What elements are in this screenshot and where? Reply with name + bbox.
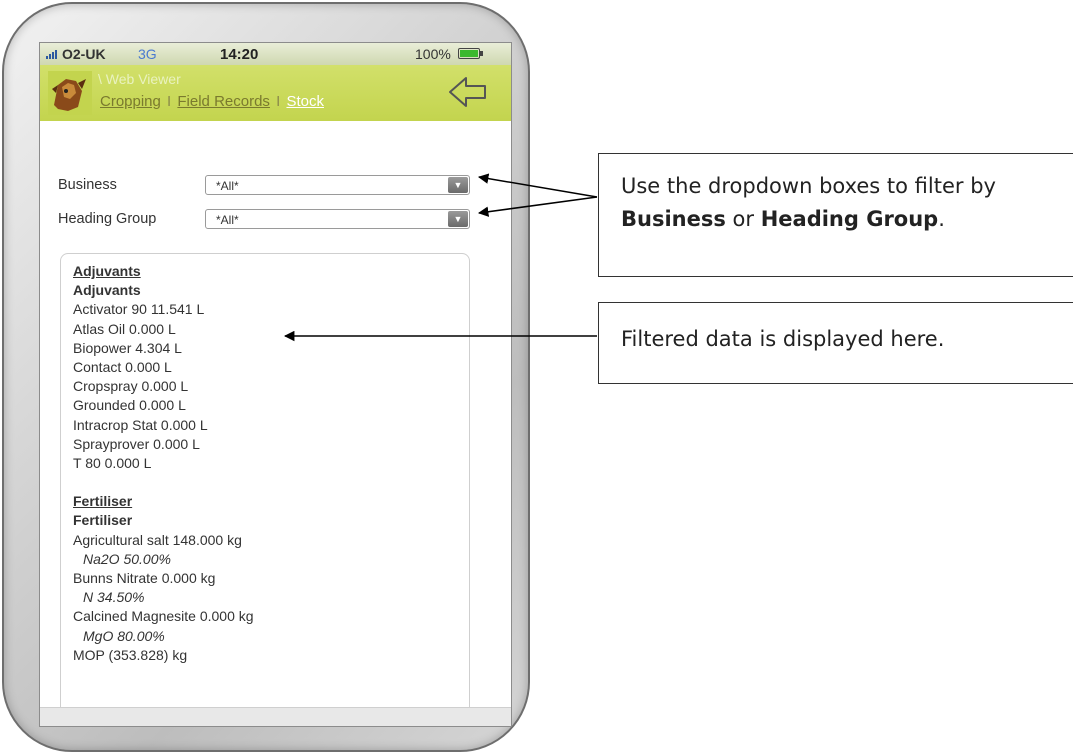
phone-screen: O2-UK 3G 14:20 100% \ Web Viewer Croppin… [39, 42, 512, 727]
chevron-down-icon: ▼ [448, 177, 468, 193]
callout-display-text: Filtered data is displayed here. [621, 327, 945, 351]
heading-group-select-value: *All* [216, 213, 239, 227]
nutrient-line: N 34.50% [83, 589, 145, 606]
carrier-name: O2-UK [62, 46, 106, 62]
callout-filter: Use the dropdown boxes to filter by Busi… [598, 153, 1073, 277]
nav-link-field-records[interactable]: Field Records [177, 93, 270, 110]
battery-icon [458, 48, 483, 59]
list-item: MOP (353.828) kg [73, 646, 188, 663]
nav-link-cropping[interactable]: Cropping [100, 93, 161, 110]
filtered-data-panel: Adjuvants Adjuvants Activator 90 11.541 … [60, 253, 470, 726]
app-header: \ Web Viewer Cropping I Field Records I … [40, 65, 511, 121]
network-type: 3G [138, 46, 157, 62]
back-arrow-icon[interactable] [448, 75, 488, 109]
business-select-value: *All* [216, 179, 239, 193]
list-item: Contact 0.000 L [73, 359, 172, 376]
nav-separator: I [167, 93, 172, 110]
callout-filter-middle: or [725, 207, 761, 231]
status-bar: O2-UK 3G 14:20 100% [40, 43, 511, 65]
category-heading: Adjuvants [73, 263, 141, 279]
list-item: Calcined Magnesite 0.000 kg [73, 608, 254, 625]
nutrient-line: MgO 80.00% [83, 627, 165, 644]
status-time: 14:20 [220, 46, 259, 63]
app-title: \ Web Viewer [98, 71, 181, 87]
battery-percent: 100% [415, 46, 451, 62]
list-item: Cropspray 0.000 L [73, 378, 189, 395]
list-item: Grounded 0.000 L [73, 397, 186, 414]
callout-filter-business: Business [621, 207, 726, 231]
callout-filter-suffix: . [938, 207, 945, 231]
heading-group-select[interactable]: *All* ▼ [205, 209, 470, 229]
nutrient-line: Na2O 50.00% [83, 550, 171, 567]
signal-icon [46, 50, 60, 59]
callout-filter-prefix: Use the dropdown boxes to filter by [621, 174, 996, 198]
list-item: Agricultural salt 148.000 kg [73, 531, 242, 548]
list-item: Activator 90 11.541 L [73, 301, 205, 318]
nav-link-stock[interactable]: Stock [286, 93, 324, 110]
chevron-down-icon: ▼ [448, 211, 468, 227]
business-select[interactable]: *All* ▼ [205, 175, 470, 195]
phone-frame: O2-UK 3G 14:20 100% \ Web Viewer Croppin… [2, 2, 530, 752]
list-item: Biopower 4.304 L [73, 339, 182, 356]
list-item: Bunns Nitrate 0.000 kg [73, 570, 216, 587]
category-heading: Fertiliser [73, 493, 133, 510]
list-item: Atlas Oil 0.000 L [73, 320, 176, 337]
nav-links: Cropping I Field Records I Stock [100, 93, 324, 110]
list-item: Sprayprover 0.000 L [73, 435, 200, 452]
group-heading: Adjuvants [73, 282, 141, 299]
heading-group-label: Heading Group [58, 211, 157, 227]
list-item: Intracrop Stat 0.000 L [73, 416, 208, 433]
business-label: Business [58, 177, 117, 193]
list-item: T 80 0.000 L [73, 455, 152, 472]
callout-filter-heading-group: Heading Group [760, 207, 939, 231]
nav-separator: I [276, 93, 281, 110]
group-heading: Fertiliser [73, 512, 133, 529]
cow-logo-icon [48, 71, 92, 115]
screen-bottom-bar [40, 707, 511, 726]
callout-display: Filtered data is displayed here. [598, 302, 1073, 384]
